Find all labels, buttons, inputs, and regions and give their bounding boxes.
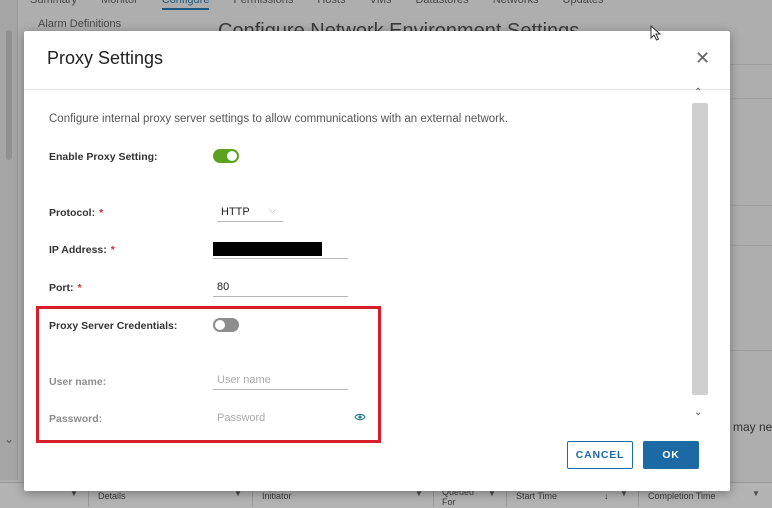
protocol-label-text: Protocol: <box>49 207 96 219</box>
proxy-settings-dialog: Proxy Settings ✕ Configure internal prox… <box>24 31 730 491</box>
dialog-scrollbar[interactable]: ⌃ ⌄ <box>691 87 709 423</box>
port-label: Port: * <box>49 282 82 294</box>
cancel-button[interactable]: CANCEL <box>567 441 633 469</box>
required-marker: * <box>99 207 104 219</box>
close-icon[interactable]: ✕ <box>695 48 710 68</box>
dialog-divider <box>24 89 730 90</box>
ip-address-label: IP Address: * <box>49 244 115 256</box>
port-label-text: Port: <box>49 282 74 294</box>
protocol-label: Protocol: * <box>49 207 103 219</box>
dialog-description: Configure internal proxy server settings… <box>49 113 508 125</box>
mouse-cursor-icon <box>650 25 662 41</box>
highlight-box <box>36 306 381 443</box>
port-field[interactable]: 80 <box>213 279 348 297</box>
ok-button[interactable]: OK <box>643 441 699 469</box>
chevron-up-icon[interactable]: ⌃ <box>694 87 702 98</box>
protocol-select[interactable]: HTTP ⌵ <box>217 204 283 222</box>
enable-proxy-label: Enable Proxy Setting: <box>49 151 158 163</box>
required-marker: * <box>77 282 82 294</box>
dialog-title: Proxy Settings <box>47 48 164 68</box>
enable-proxy-toggle[interactable] <box>213 149 239 163</box>
chevron-down-icon: ⌵ <box>269 205 276 215</box>
ip-address-label-text: IP Address: <box>49 244 107 256</box>
toggle-knob <box>227 151 237 161</box>
redacted-ip-box <box>213 242 322 256</box>
chevron-down-icon[interactable]: ⌄ <box>694 407 702 418</box>
protocol-value: HTTP <box>221 206 250 218</box>
scrollbar-track[interactable] <box>692 103 708 395</box>
required-marker: * <box>110 244 115 256</box>
